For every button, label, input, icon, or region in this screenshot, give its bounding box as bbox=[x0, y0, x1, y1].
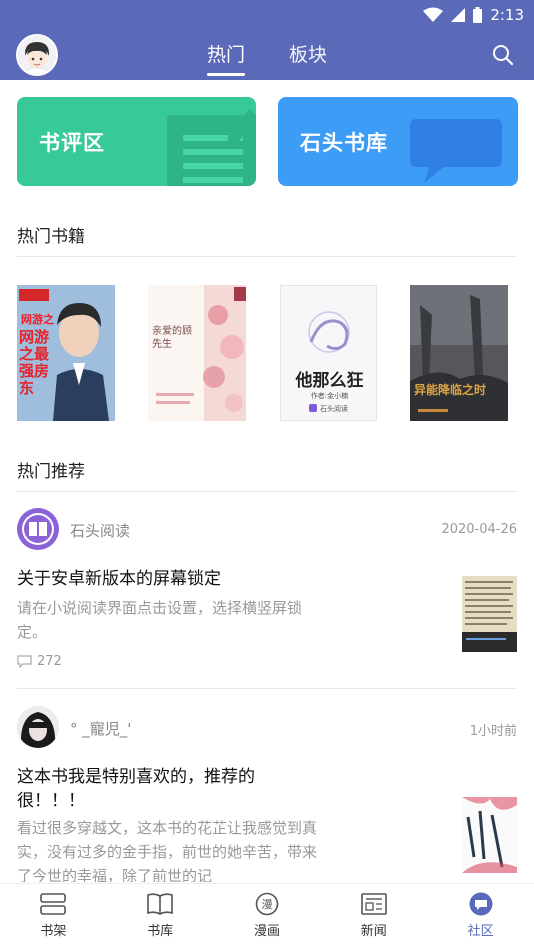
post-1-title[interactable]: 关于安卓新版本的屏幕锁定 bbox=[17, 567, 317, 591]
post-1-body[interactable]: 请在小说阅读界面点击设置，选择横竖屏锁定。 bbox=[17, 596, 317, 644]
post-1-author[interactable]: 石头阅读 bbox=[70, 520, 130, 541]
status-time: 2:13 bbox=[490, 6, 524, 24]
post-1-avatar[interactable] bbox=[17, 508, 59, 550]
post-1-comment-count: 272 bbox=[37, 654, 62, 669]
post-2-body[interactable]: 看过很多穿越文，这本书的花芷让我感觉到真实，没有过多的金手指，前世的她辛苦，带来… bbox=[17, 816, 317, 882]
nav-news[interactable]: 新闻 bbox=[320, 884, 427, 949]
book-review-banner[interactable]: 书评区 bbox=[17, 97, 256, 186]
bookshelf-icon bbox=[40, 893, 67, 915]
bottom-navigation: 书架 书库 漫 漫画 新闻 社区 bbox=[0, 883, 534, 949]
tab-hot[interactable]: 热门 bbox=[206, 34, 246, 76]
post-2-date: 1小时前 bbox=[469, 724, 517, 739]
post-1-thumbnail-art bbox=[462, 576, 517, 652]
nav-bookshelf-label: 书架 bbox=[40, 924, 67, 939]
book-cover-3-title: 他那么狂 bbox=[295, 371, 364, 391]
book-cover-3-publisher: 石头阅读 bbox=[320, 405, 348, 413]
stone-library-label: 石头书库 bbox=[300, 131, 388, 155]
svg-text:漫: 漫 bbox=[261, 897, 272, 911]
book-cover-3[interactable]: 他那么狂 作者:金小楠 石头阅读 bbox=[280, 285, 377, 421]
status-bar: 2:13 bbox=[423, 4, 524, 26]
post-1-date: 2020-04-26 bbox=[441, 522, 517, 537]
book-logo-icon bbox=[18, 509, 58, 549]
post-2-author[interactable]: ° _寵児_' bbox=[70, 718, 131, 739]
cellular-signal-icon bbox=[451, 8, 466, 22]
post-2-thumbnail-art bbox=[462, 797, 517, 873]
svg-text:网游之: 网游之 bbox=[21, 312, 54, 326]
post-1-comments[interactable]: 272 bbox=[17, 654, 62, 669]
nav-comics-label: 漫画 bbox=[253, 924, 280, 939]
book-cover-1[interactable]: 网游之 网游之最强房东 bbox=[17, 285, 115, 421]
post-2-avatar-art bbox=[17, 706, 59, 748]
book-cover-3-author: 作者:金小楠 bbox=[310, 392, 349, 400]
book-review-label: 书评区 bbox=[39, 131, 105, 155]
divider bbox=[17, 256, 517, 257]
book-cover-2-title: 亲爱的顾先生 bbox=[152, 326, 192, 350]
stone-library-banner[interactable]: 石头书库 bbox=[278, 97, 518, 186]
nav-news-label: 新闻 bbox=[360, 924, 387, 939]
book-cover-4-title: 异能降临之时 bbox=[414, 383, 487, 397]
book-cover-2-art bbox=[148, 285, 246, 421]
nav-library[interactable]: 书库 bbox=[107, 884, 214, 949]
book-cover-1-title: 网游之最强房东 bbox=[19, 328, 50, 397]
divider bbox=[17, 688, 517, 689]
comment-icon bbox=[17, 655, 32, 668]
hot-books-heading: 热门书籍 bbox=[17, 227, 85, 247]
nav-bookshelf[interactable]: 书架 bbox=[0, 884, 107, 949]
search-icon[interactable] bbox=[492, 44, 514, 66]
post-2-avatar[interactable] bbox=[17, 706, 59, 748]
wifi-icon bbox=[423, 7, 444, 22]
comic-icon: 漫 bbox=[255, 892, 279, 916]
nav-community[interactable]: 社区 bbox=[427, 884, 534, 949]
nav-comics[interactable]: 漫 漫画 bbox=[214, 884, 321, 949]
divider bbox=[17, 491, 517, 492]
book-cover-4[interactable]: 异能降临之时 bbox=[410, 285, 508, 421]
hot-recommend-heading: 热门推荐 bbox=[17, 462, 85, 482]
header-tabs: 热门 板块 bbox=[0, 34, 534, 76]
open-book-icon bbox=[147, 893, 173, 915]
post-1-thumbnail[interactable] bbox=[462, 576, 517, 652]
tab-sections[interactable]: 板块 bbox=[289, 34, 327, 74]
post-2-title[interactable]: 这本书我是特别喜欢的，推荐的很！！！ bbox=[17, 765, 287, 813]
top-app-bar: 2:13 热门 板块 bbox=[0, 0, 534, 80]
battery-icon bbox=[473, 7, 483, 23]
newspaper-icon bbox=[360, 893, 387, 915]
post-2-thumbnail[interactable] bbox=[462, 797, 517, 873]
book-cover-2[interactable]: 亲爱的顾先生 bbox=[148, 285, 246, 421]
nav-community-label: 社区 bbox=[467, 924, 494, 939]
nav-library-label: 书库 bbox=[147, 924, 174, 939]
book-cover-4-art bbox=[410, 285, 508, 421]
community-icon bbox=[469, 892, 493, 916]
